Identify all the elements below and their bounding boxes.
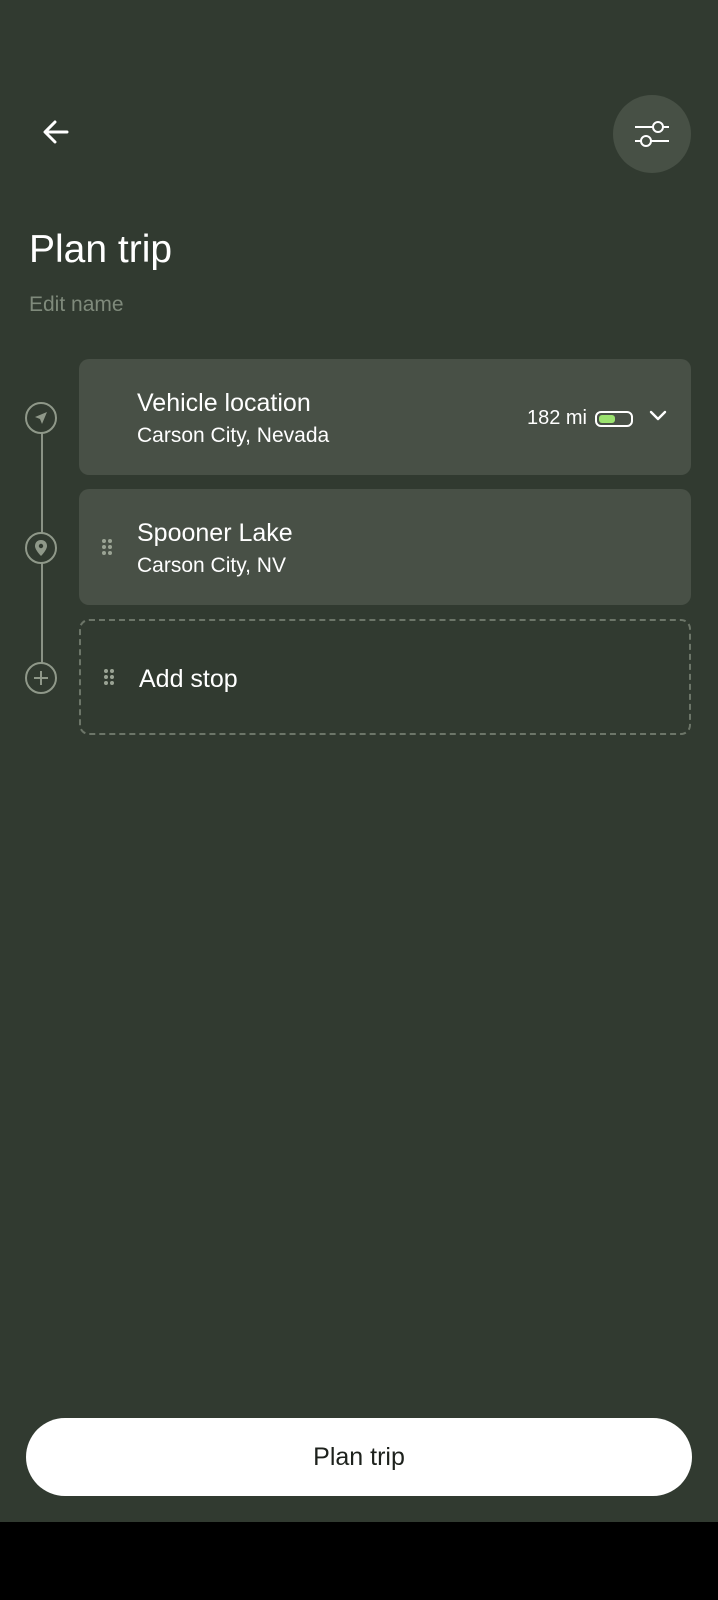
stop-subtitle: Carson City, NV — [137, 554, 286, 577]
stop-subtitle: Carson City, Nevada — [137, 424, 330, 447]
navigation-arrow-icon — [25, 402, 57, 434]
back-button[interactable] — [34, 110, 78, 154]
arrow-left-icon — [43, 120, 69, 144]
map-pin-icon — [25, 532, 57, 564]
chevron-down-icon[interactable] — [647, 404, 669, 426]
system-navigation-bar — [0, 1522, 718, 1600]
range-value: 182 mi — [526, 407, 587, 429]
add-stop-label: Add stop — [139, 665, 238, 693]
drag-handle-icon — [104, 669, 114, 685]
plan-trip-button[interactable]: Plan trip — [26, 1418, 692, 1496]
filter-button[interactable] — [613, 95, 691, 173]
app-screen: Plan trip Edit name Vehicle location Car… — [0, 0, 718, 1522]
stop-title: Spooner Lake — [137, 519, 293, 547]
range-indicator: 182 mi — [527, 407, 633, 430]
stop-card-spooner-lake[interactable]: Spooner Lake Carson City, NV — [79, 489, 691, 605]
battery-icon — [595, 410, 633, 427]
stop-title: Vehicle location — [137, 389, 311, 417]
edit-name-link[interactable]: Edit name — [29, 293, 124, 317]
sliders-icon — [635, 121, 669, 147]
plus-circle-icon — [25, 662, 57, 694]
stop-card-vehicle-location[interactable]: Vehicle location Carson City, Nevada 182… — [79, 359, 691, 475]
drag-handle-icon[interactable] — [101, 538, 113, 556]
page-title: Plan trip — [29, 228, 173, 271]
add-stop-card[interactable]: Add stop — [79, 619, 691, 735]
